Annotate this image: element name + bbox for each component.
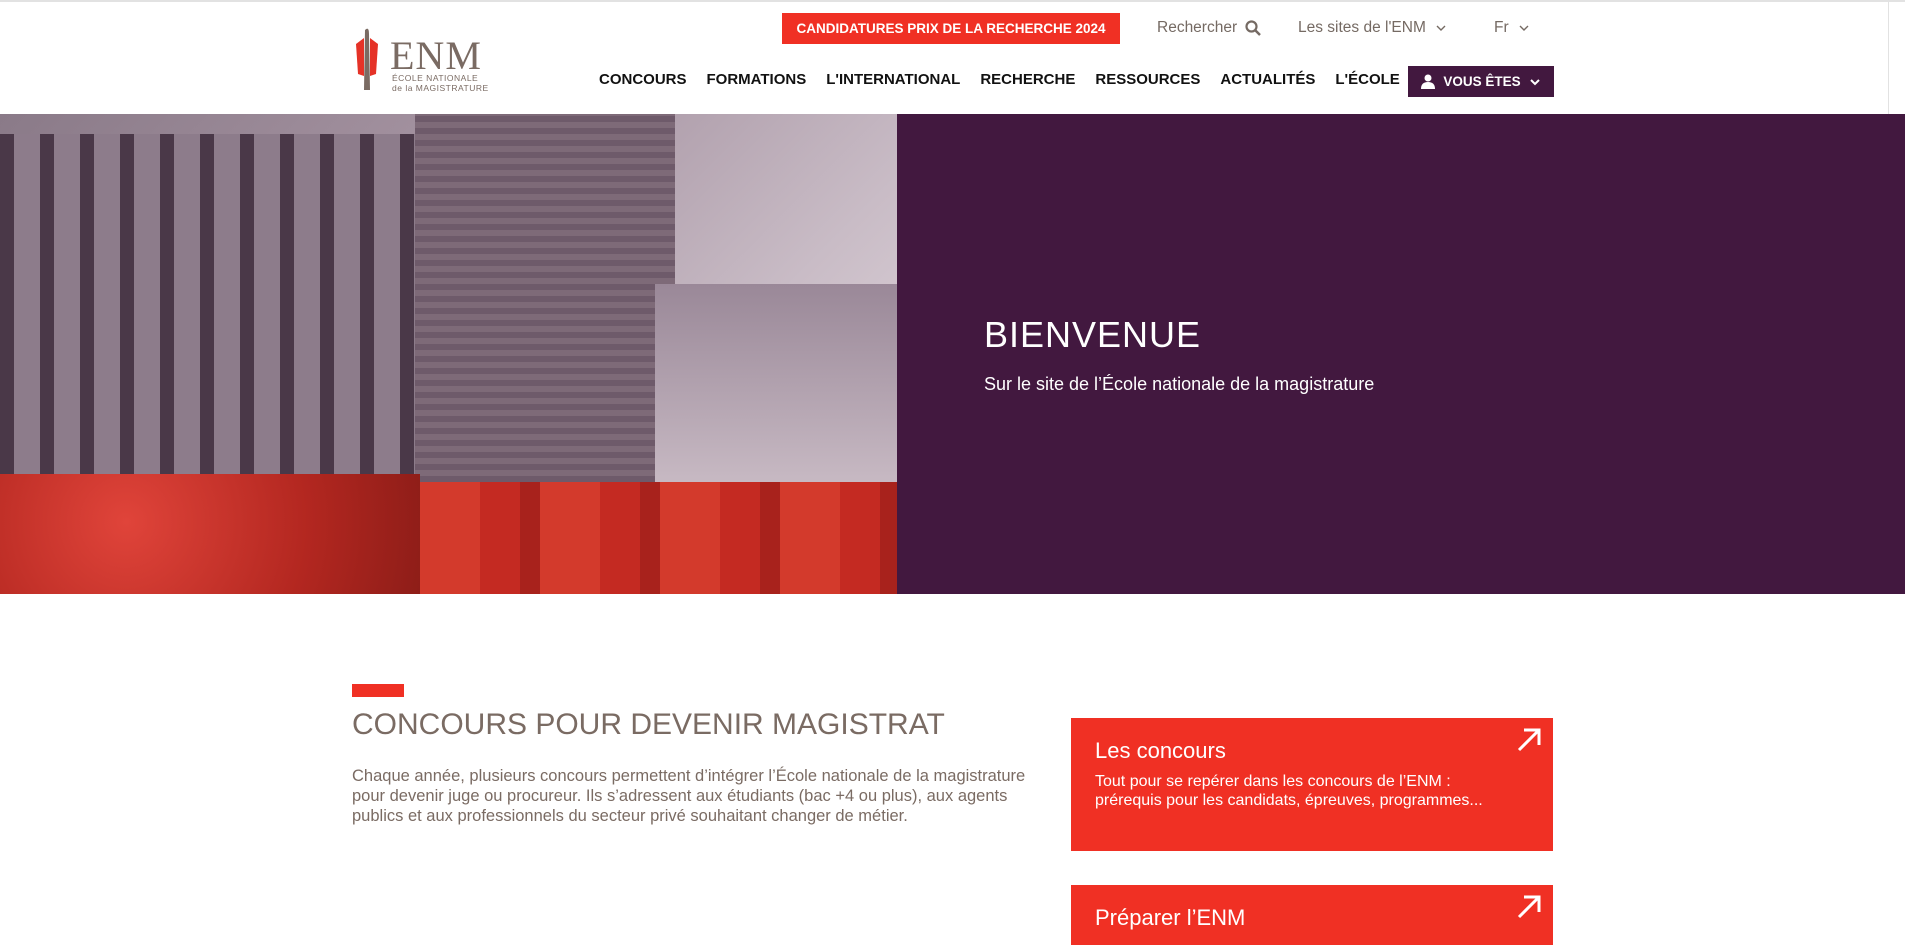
card-preparer-enm[interactable]: Préparer l’ENM [1071,885,1553,945]
main-nav: CONCOURS FORMATIONS L'INTERNATIONAL RECH… [599,71,1400,88]
section-text: Chaque année, plusieurs concours permett… [352,767,1026,825]
search-button[interactable]: Rechercher [1157,18,1262,38]
section-title: CONCOURS POUR DEVENIR MAGISTRAT [352,708,945,741]
search-label: Rechercher [1157,19,1238,36]
logo-line1: ÉCOLE NATIONALE [392,73,479,83]
card-title: Préparer l’ENM [1095,905,1246,930]
user-icon [1421,74,1436,89]
promo-button[interactable]: CANDIDATURES PRIX DE LA RECHERCHE 2024 [782,13,1120,44]
nav-recherche[interactable]: RECHERCHE [980,71,1075,88]
nav-international[interactable]: L'INTERNATIONAL [826,71,960,88]
card-text: Tout pour se repérer dans les concours d… [1095,773,1483,809]
hero-banner: BIENVENUE Sur le site de l’École nationa… [897,114,1905,594]
chevron-down-icon [1529,78,1540,85]
chevron-down-icon [1519,25,1529,31]
vous-etes-label: VOUS ÊTES [1443,74,1521,89]
arrow-up-right-icon [1517,728,1541,752]
nav-formations[interactable]: FORMATIONS [707,71,807,88]
card-les-concours[interactable]: Les concours Tout pour se repérer dans l… [1071,718,1553,851]
nav-ecole[interactable]: L'ÉCOLE [1335,71,1399,88]
card-title: Les concours [1095,738,1226,763]
section-accent-bar [352,684,404,697]
sites-dropdown[interactable]: Les sites de l'ENM [1298,18,1448,38]
sites-label: Les sites de l'ENM [1298,19,1426,36]
right-border [1888,0,1889,114]
hero-image [0,114,897,594]
enm-logo[interactable]: ENM ÉCOLE NATIONALE de la MAGISTRATURE [352,22,492,94]
vous-etes-button[interactable]: VOUS ÊTES [1408,66,1554,97]
hero-subtitle: Sur le site de l’École nationale de la m… [984,374,1375,394]
logo-line2: de la MAGISTRATURE [392,83,489,93]
logo-figure-icon [356,28,378,91]
language-dropdown[interactable]: Fr [1494,18,1531,38]
top-border [0,0,1905,2]
chevron-down-icon [1436,25,1446,31]
language-label: Fr [1494,19,1509,36]
nav-ressources[interactable]: RESSOURCES [1095,71,1200,88]
nav-actualites[interactable]: ACTUALITÉS [1220,71,1315,88]
arrow-up-right-icon [1517,895,1541,919]
logo-title: ENM [390,33,482,78]
hero-title: BIENVENUE [984,314,1202,355]
nav-concours[interactable]: CONCOURS [599,71,687,88]
search-icon [1245,20,1262,36]
